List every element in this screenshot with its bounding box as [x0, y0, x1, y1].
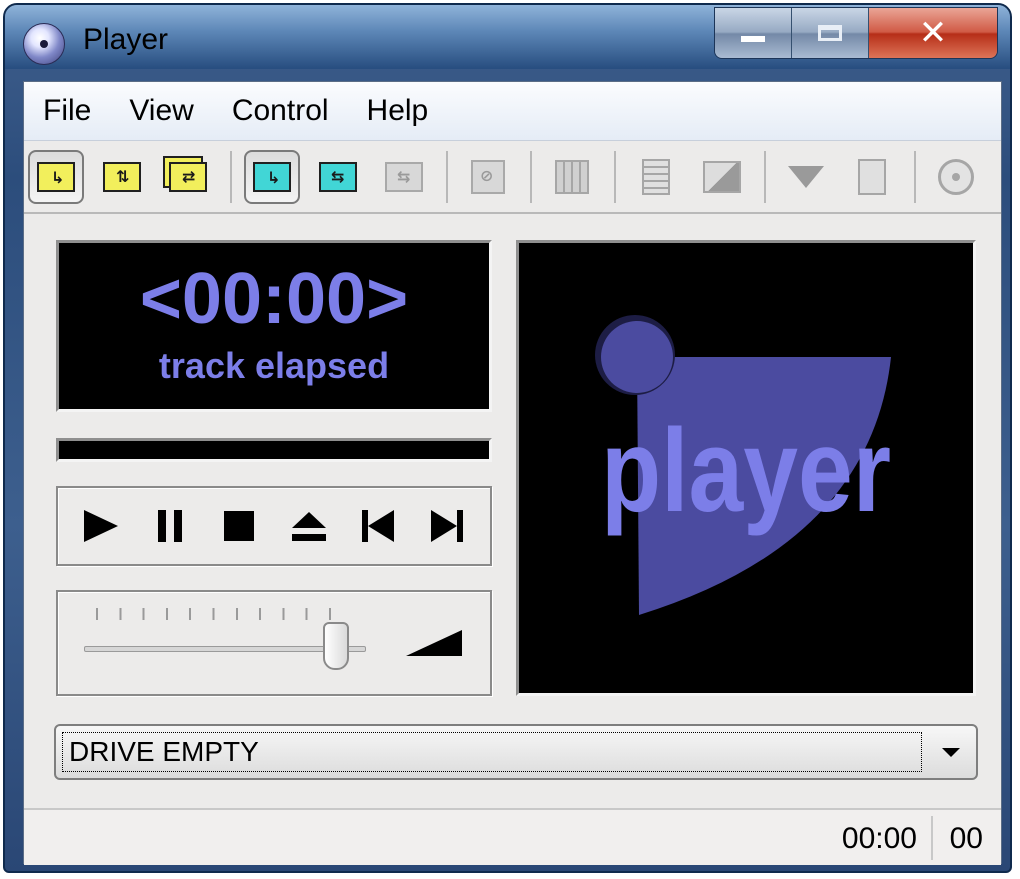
continuous-play-button[interactable]: ↳ — [28, 150, 84, 204]
cd-preferences-icon — [938, 159, 974, 195]
status-track-number: 00 — [949, 822, 983, 855]
maximize-button[interactable] — [792, 8, 869, 58]
transport-controls — [56, 486, 492, 566]
volume-ticks — [96, 608, 352, 620]
random-order-icon: ⇅ — [103, 162, 141, 192]
repeat-track-icon: ⇄ — [169, 162, 207, 192]
menu-view[interactable]: View — [110, 94, 212, 128]
client-area: File View Control Help ↳ ⇅ ⇄ ↳ ⇆ ⇆ ⊘ <00… — [23, 81, 1002, 865]
next-track-icon — [431, 510, 464, 542]
elapsed-time: <00:00> — [139, 259, 409, 339]
status-bar: 00:00 00 — [24, 808, 1001, 865]
toolbar-separator — [914, 151, 916, 203]
play-button[interactable] — [77, 502, 125, 550]
toolbar-separator — [530, 151, 532, 203]
toolbar-separator — [764, 151, 766, 203]
stop-icon — [224, 511, 255, 541]
next-track-button[interactable] — [423, 502, 471, 550]
drive-select-value: DRIVE EMPTY — [62, 732, 922, 772]
track-progress-bar[interactable] — [56, 438, 492, 462]
picture-button[interactable] — [694, 150, 750, 204]
save-document-icon — [858, 159, 886, 195]
time-display[interactable]: <00:00> track elapsed — [56, 240, 492, 412]
menu-file[interactable]: File — [24, 94, 110, 128]
previous-track-icon — [361, 510, 394, 542]
toolbar-separator — [446, 151, 448, 203]
picture-icon — [703, 161, 741, 193]
film-button[interactable] — [544, 150, 600, 204]
drive-select-button[interactable] — [926, 726, 976, 778]
film-icon — [555, 160, 589, 194]
random-order-button[interactable]: ⇅ — [94, 150, 150, 204]
previous-track-button[interactable] — [354, 502, 402, 550]
close-icon: ✕ — [918, 13, 948, 53]
disc-info-icon: ⊘ — [471, 160, 505, 194]
status-time: 00:00 — [841, 822, 917, 855]
edit-playlist-button[interactable]: ⇆ — [376, 150, 432, 204]
save-document-button[interactable] — [844, 150, 900, 204]
chevron-down-icon — [942, 747, 960, 757]
intro-play-icon: ⇆ — [319, 162, 357, 192]
repeat-all-button[interactable]: ↳ — [244, 150, 300, 204]
time-mode-label: track elapsed — [158, 345, 390, 386]
volume-panel — [56, 590, 492, 696]
volume-slider-thumb[interactable] — [323, 622, 349, 670]
maximize-icon — [818, 25, 842, 41]
toolbar: ↳ ⇅ ⇄ ↳ ⇆ ⇆ ⊘ — [24, 142, 1001, 214]
edit-playlist-icon: ⇆ — [385, 162, 423, 192]
drive-select[interactable]: DRIVE EMPTY — [54, 724, 978, 780]
intro-play-button[interactable]: ⇆ — [310, 150, 366, 204]
cd-player-icon[interactable] — [23, 23, 65, 65]
window-title: Player — [83, 23, 169, 56]
status-separator — [931, 816, 933, 860]
title-bar[interactable]: Player ✕ — [5, 5, 1010, 81]
minimize-button[interactable] — [715, 8, 792, 58]
volume-icon — [406, 630, 462, 656]
eject-icon — [291, 511, 326, 541]
pause-icon — [157, 510, 182, 542]
download-button[interactable] — [778, 150, 834, 204]
player-window: Player ✕ File View Control Help ↳ ⇅ ⇄ ↳ … — [3, 3, 1012, 873]
continuous-play-icon: ↳ — [37, 162, 75, 192]
play-icon — [83, 510, 118, 542]
toolbar-separator — [614, 151, 616, 203]
eject-button[interactable] — [285, 502, 333, 550]
minimize-icon — [741, 36, 765, 42]
repeat-all-icon: ↳ — [253, 162, 291, 192]
logo-text: player — [601, 405, 891, 537]
document-icon — [642, 159, 670, 195]
cd-preferences-button[interactable] — [928, 150, 984, 204]
close-button[interactable]: ✕ — [869, 8, 997, 58]
player-logo: player — [595, 315, 891, 615]
menu-control[interactable]: Control — [213, 94, 348, 128]
pause-button[interactable] — [146, 502, 194, 550]
caption-buttons: ✕ — [714, 7, 998, 59]
logo-circle-inner — [601, 321, 673, 393]
document-button[interactable] — [628, 150, 684, 204]
menu-help[interactable]: Help — [348, 94, 448, 128]
toolbar-separator — [230, 151, 232, 203]
stop-button[interactable] — [215, 502, 263, 550]
menu-bar: File View Control Help — [24, 82, 1001, 141]
download-icon — [788, 166, 824, 188]
disc-info-button[interactable]: ⊘ — [460, 150, 516, 204]
repeat-track-button[interactable]: ⇄ — [160, 150, 216, 204]
album-art-panel: player — [516, 240, 976, 696]
